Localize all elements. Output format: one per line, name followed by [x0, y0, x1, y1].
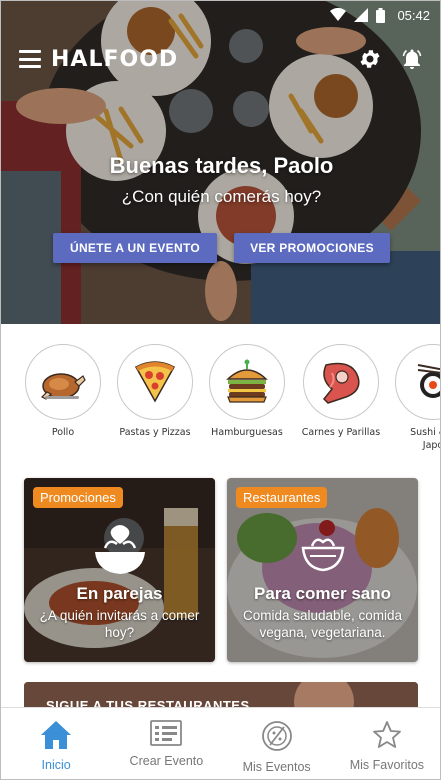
wifi-icon: [330, 8, 347, 21]
nav-label: Mis Eventos: [242, 760, 311, 774]
category-pastas-pizzas[interactable]: Pastas y Pizzas: [109, 344, 201, 439]
category-hamburguesas[interactable]: Hamburguesas: [201, 344, 293, 439]
category-carousel: Pollo Pastas y Pizzas Hamburguesas Carne…: [1, 344, 440, 454]
bottom-navigation: Inicio Crear Evento Mis Eventos Mis Favo…: [1, 707, 440, 779]
nav-label: Mis Favoritos: [349, 758, 425, 772]
events-icon: [261, 721, 292, 751]
bowl-heart-icon: [94, 525, 145, 574]
restaurants-badge: Restaurantes: [236, 487, 328, 508]
menu-icon[interactable]: [19, 50, 41, 68]
home-icon: [41, 721, 72, 749]
signal-icon: [354, 8, 369, 22]
promotion-card-parejas[interactable]: Promociones En parejas ¿A quién invitará…: [24, 478, 215, 662]
chicken-icon: [40, 373, 86, 400]
app-screen: 05:42 HALFOOD Buenas tardes, Paolo ¿Con …: [0, 0, 441, 780]
card-title: En parejas: [76, 584, 163, 603]
star-icon: [372, 721, 401, 748]
gear-icon[interactable]: [358, 47, 382, 71]
create-event-icon: [150, 720, 183, 746]
restaurant-card-sano[interactable]: Restaurantes Para comer sano Comida salu…: [227, 478, 418, 662]
pizza-icon: [134, 361, 176, 403]
category-label: Pastas y Pizzas: [119, 427, 191, 438]
promotions-badge: Promociones: [33, 487, 123, 508]
nav-mis-eventos[interactable]: Mis Eventos: [222, 708, 332, 779]
status-time: 05:42: [397, 7, 430, 23]
greeting-subtitle: ¿Con quién comerás hoy?: [121, 187, 322, 206]
app-toolbar: HALFOOD: [1, 39, 440, 79]
status-bar: 05:42: [1, 1, 440, 29]
category-carnes-parillas[interactable]: Carnes y Parillas: [295, 344, 387, 439]
sushi-icon: [417, 364, 440, 398]
greeting-title: Buenas tardes, Paolo: [109, 153, 334, 178]
category-label: Pollo: [51, 427, 75, 438]
app-logo: HALFOOD: [51, 46, 179, 72]
nav-label: Inicio: [41, 758, 71, 772]
card-subtitle: Comida saludable, comida vegana, vegetar…: [242, 608, 403, 640]
join-event-button[interactable]: ÚNETE A UN EVENTO: [53, 233, 217, 263]
nav-label: Crear Evento: [129, 754, 204, 768]
nav-inicio[interactable]: Inicio: [1, 708, 111, 779]
card-subtitle: ¿A quién invitarás a comer hoy?: [39, 608, 200, 640]
bell-alert-icon[interactable]: [400, 47, 424, 71]
nav-mis-favoritos[interactable]: Mis Favoritos: [332, 708, 440, 779]
hero-banner: 05:42 HALFOOD Buenas tardes, Paolo ¿Con …: [1, 1, 440, 324]
category-sushi[interactable]: Sushi & CJapo: [387, 344, 440, 452]
nav-crear-evento[interactable]: Crear Evento: [111, 708, 221, 779]
view-promotions-button[interactable]: VER PROMOCIONES: [234, 233, 390, 263]
card-title: Para comer sano: [253, 584, 391, 603]
category-label: Hamburguesas: [211, 427, 283, 438]
bowl-icon: [301, 538, 344, 572]
battery-icon: [376, 7, 386, 23]
burger-icon: [226, 359, 268, 403]
category-label: Carnes y Parillas: [301, 427, 381, 438]
category-label: Sushi & CJapo: [410, 427, 440, 451]
category-pollo[interactable]: Pollo: [17, 344, 109, 439]
steak-icon: [322, 362, 360, 404]
